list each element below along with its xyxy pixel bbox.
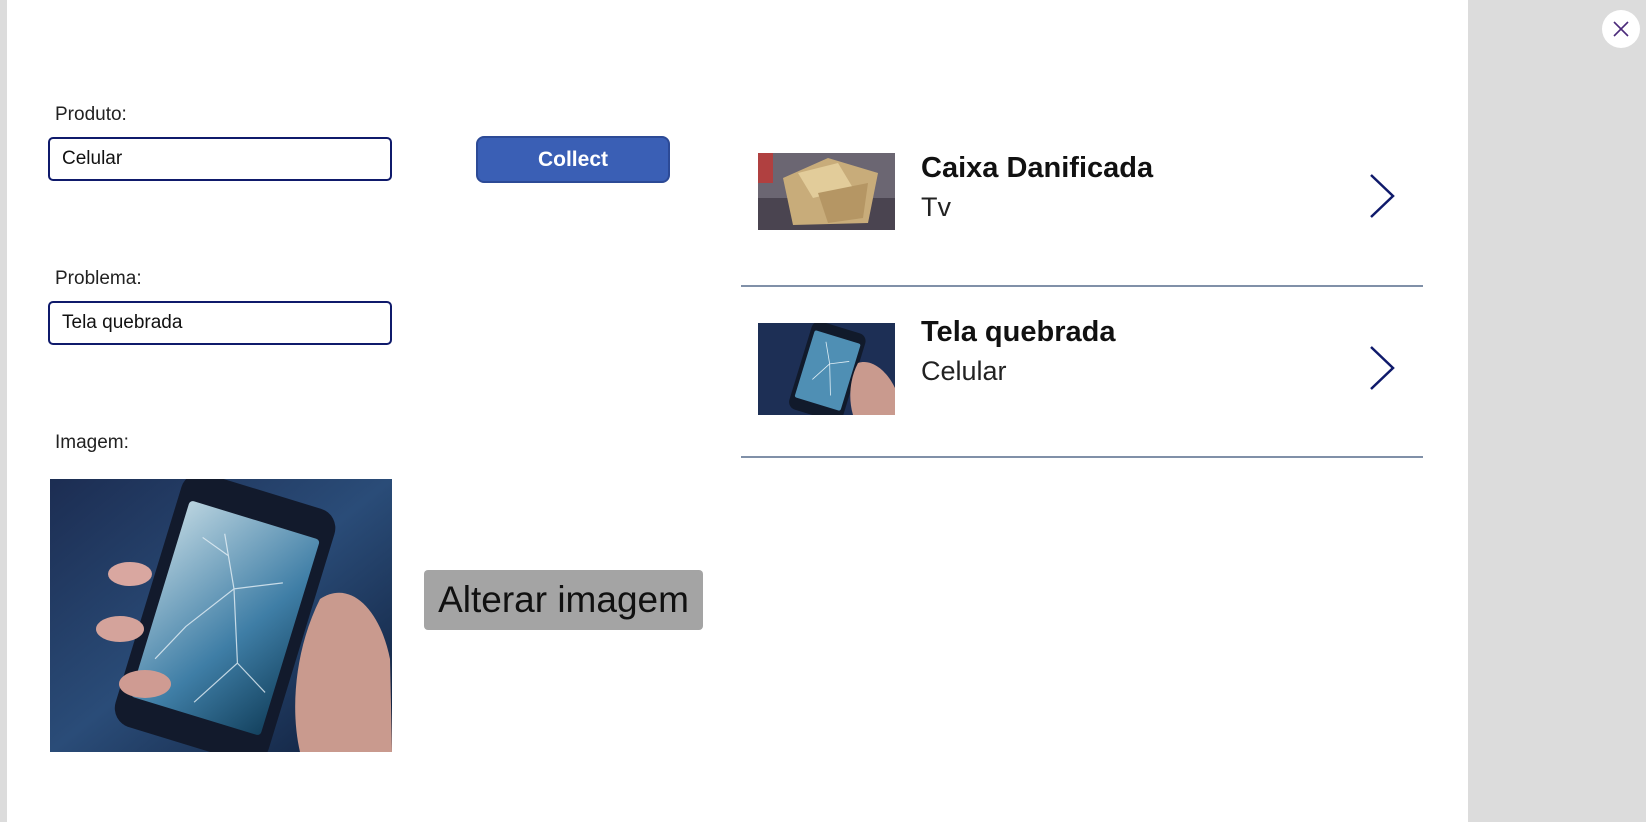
broken-phone-photo-icon xyxy=(758,323,895,415)
produto-label: Produto: xyxy=(55,104,127,125)
alterar-imagem-button[interactable]: Alterar imagem xyxy=(424,570,703,630)
close-icon xyxy=(1613,21,1629,37)
chevron-right-icon[interactable] xyxy=(1367,172,1397,220)
items-gallery: Caixa Danificada Tv Tela quebrada Celula… xyxy=(741,116,1423,458)
gallery-item[interactable]: Caixa Danificada Tv xyxy=(741,116,1423,287)
collect-button[interactable]: Collect xyxy=(476,136,670,183)
chevron-right-icon[interactable] xyxy=(1367,344,1397,392)
broken-phone-photo-icon xyxy=(50,479,392,752)
imagem-label: Imagem: xyxy=(55,432,129,453)
gallery-item-title: Caixa Danificada xyxy=(921,152,1154,184)
product-image[interactable] xyxy=(50,479,392,752)
problema-label: Problema: xyxy=(55,268,142,289)
gallery-item[interactable]: Tela quebrada Celular xyxy=(741,287,1423,458)
damaged-box-photo-icon xyxy=(758,153,895,230)
gallery-item-title: Tela quebrada xyxy=(921,316,1116,348)
gallery-thumbnail xyxy=(758,323,895,415)
problema-input[interactable]: Tela quebrada xyxy=(48,301,392,345)
gallery-item-subtitle: Tv xyxy=(921,192,951,222)
produto-input[interactable]: Celular xyxy=(48,137,392,181)
close-button[interactable] xyxy=(1602,10,1640,48)
app-canvas: Produto: Celular Collect Problema: Tela … xyxy=(7,0,1468,822)
gallery-thumbnail xyxy=(758,153,895,230)
gallery-item-subtitle: Celular xyxy=(921,356,1007,386)
